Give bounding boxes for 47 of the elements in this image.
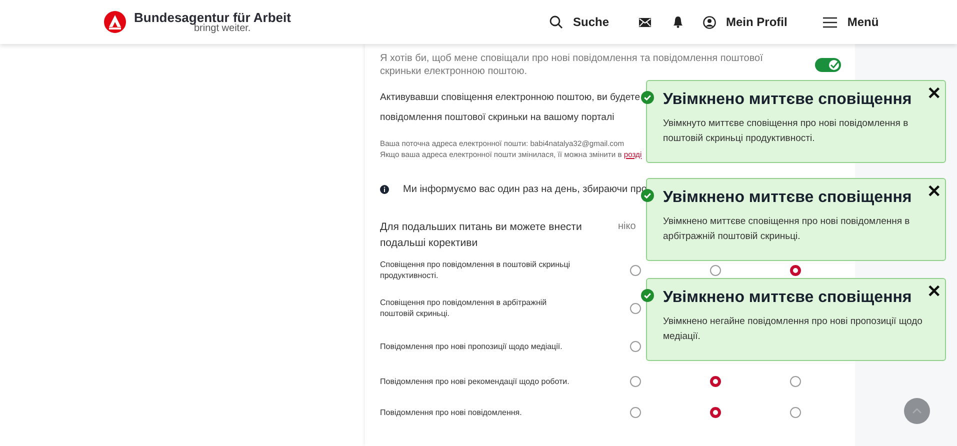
setting-label: Сповіщення про повідомлення в арбітражній поштовій скриньці.: [380, 297, 548, 319]
search-icon: [548, 15, 563, 29]
close-button[interactable]: ✕: [927, 179, 941, 204]
toast-title: Увімкнено миттєве сповіщення: [663, 288, 912, 308]
close-button[interactable]: ✕: [927, 81, 941, 106]
setting-label: Повідомлення про нові пропозиції щодо медіації.: [380, 341, 564, 352]
radio-button[interactable]: [630, 264, 641, 276]
radio-button[interactable]: [710, 406, 721, 418]
setting-label: Повідомлення про нові повідомлення.: [380, 406, 523, 418]
toast-title: Увімкнено миттєве сповіщення: [663, 188, 912, 208]
info-icon: [380, 185, 389, 194]
email-notification-toggle[interactable]: [815, 58, 841, 72]
radio-button[interactable]: [710, 264, 721, 276]
bell-button[interactable]: [673, 16, 683, 28]
activation-text-line: повідомлення поштової скриньки на вашому порталі: [380, 111, 614, 125]
settings-intro-text: Для подальших питань ви можете внести подальші корективи: [380, 220, 583, 251]
toast-message: Увімкнено негайне повідомлення про нові пропозиції щодо медіації.: [663, 315, 924, 344]
setting-label: Сповіщення про повідомлення в поштовій скриньці продуктивності.: [380, 259, 572, 281]
menu-icon: [823, 16, 838, 28]
radio-button[interactable]: [790, 406, 801, 418]
radio-button[interactable]: [710, 376, 721, 387]
check-icon: [641, 91, 654, 104]
profile-icon: [703, 16, 716, 28]
close-button[interactable]: ✕: [927, 279, 941, 304]
radio-button[interactable]: [790, 264, 801, 276]
toast-message: Увімкнено миттєве сповіщення про нові повідомлення в арбітражній поштовій скриньці.: [663, 215, 911, 244]
logo-icon: [104, 11, 126, 33]
check-icon: [830, 61, 839, 69]
profile-link[interactable]: Mein Profil: [703, 13, 788, 31]
radio-button[interactable]: [630, 302, 641, 314]
activation-text-line: Активувавши сповіщення електронною поштою, ви будете: [380, 91, 640, 105]
column-header: ніко: [618, 220, 636, 234]
chevron-up-icon: [912, 408, 922, 414]
radio-button[interactable]: [630, 376, 641, 387]
email-notification-label: Я хотів би, щоб мене сповіщали про нові повідомлення та повідомлення поштової скриньки електронною поштою.: [380, 52, 764, 78]
toast-title: Увімкнено миттєве сповіщення: [663, 90, 912, 110]
radio-button[interactable]: [790, 376, 801, 387]
setting-label: Повідомлення про нові рекомендації щодо роботи.: [380, 376, 570, 387]
radio-button[interactable]: [630, 406, 641, 418]
search-link[interactable]: Suche: [548, 13, 609, 31]
logo-subtitle: bringt weiter.: [194, 24, 252, 34]
toast-message: Увімкнуто миттєве сповіщення про нові повідомлення в поштовій скриньці продуктивності.: [663, 117, 910, 146]
check-icon: [641, 289, 654, 302]
radio-button[interactable]: [630, 341, 641, 352]
logo-title: Bundesagentur für Arbeit: [134, 10, 291, 24]
menu-link[interactable]: Menü: [823, 13, 879, 31]
mail-button[interactable]: [639, 18, 651, 26]
